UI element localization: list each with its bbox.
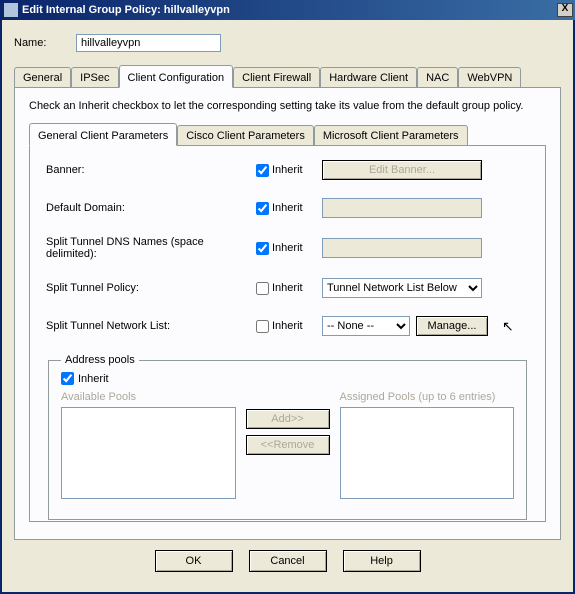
ok-button[interactable]: OK — [155, 550, 233, 572]
split-tunnel-policy-select[interactable]: Tunnel Network List Below — [322, 278, 482, 298]
banner-inherit-checkbox[interactable] — [256, 164, 269, 177]
remove-pool-button[interactable]: <<Remove — [246, 435, 330, 455]
tab-nac[interactable]: NAC — [417, 67, 458, 87]
banner-label: Banner: — [46, 164, 256, 176]
default-domain-inherit-checkbox[interactable] — [256, 202, 269, 215]
close-button[interactable]: X — [557, 3, 573, 17]
address-pools-inherit-checkbox[interactable] — [61, 372, 74, 385]
available-pools-label: Available Pools — [61, 391, 236, 403]
address-pools-legend: Address pools — [61, 354, 139, 366]
edit-banner-button[interactable]: Edit Banner... — [322, 160, 482, 180]
split-tunnel-network-list-inherit-checkbox[interactable] — [256, 320, 269, 333]
tab-client-configuration[interactable]: Client Configuration — [119, 65, 234, 88]
tab-webvpn[interactable]: WebVPN — [458, 67, 521, 87]
available-pools-listbox[interactable] — [61, 407, 236, 499]
window-title: Edit Internal Group Policy: hillvalleyvp… — [22, 4, 557, 16]
subtab-microsoft-client-parameters[interactable]: Microsoft Client Parameters — [314, 125, 468, 145]
add-pool-button[interactable]: Add>> — [246, 409, 330, 429]
help-button[interactable]: Help — [343, 550, 421, 572]
app-icon — [4, 3, 18, 17]
subtab-cisco-client-parameters[interactable]: Cisco Client Parameters — [177, 125, 314, 145]
assigned-pools-listbox[interactable] — [340, 407, 515, 499]
instruction-text: Check an Inherit checkbox to let the cor… — [29, 100, 546, 112]
split-tunnel-network-list-select[interactable]: -- None -- — [322, 316, 410, 336]
split-dns-label: Split Tunnel DNS Names (space delimited)… — [46, 236, 256, 260]
tab-ipsec[interactable]: IPSec — [71, 67, 118, 87]
name-input[interactable] — [76, 34, 221, 52]
subtab-general-client-parameters[interactable]: General Client Parameters — [29, 123, 177, 146]
address-pools-group: Address pools Inherit Available Pools Ad… — [48, 354, 527, 520]
split-dns-input[interactable] — [322, 238, 482, 258]
name-label: Name: — [14, 37, 76, 49]
tab-client-firewall[interactable]: Client Firewall — [233, 67, 320, 87]
cancel-button[interactable]: Cancel — [249, 550, 327, 572]
split-tunnel-network-list-label: Split Tunnel Network List: — [46, 320, 256, 332]
assigned-pools-label: Assigned Pools (up to 6 entries) — [340, 391, 515, 403]
split-tunnel-policy-label: Split Tunnel Policy: — [46, 282, 256, 294]
default-domain-label: Default Domain: — [46, 202, 256, 214]
split-tunnel-policy-inherit-checkbox[interactable] — [256, 282, 269, 295]
default-domain-input[interactable] — [322, 198, 482, 218]
tab-hardware-client[interactable]: Hardware Client — [320, 67, 417, 87]
split-dns-inherit-checkbox[interactable] — [256, 242, 269, 255]
inherit-label: Inherit — [272, 164, 303, 176]
manage-button[interactable]: Manage... — [416, 316, 488, 336]
tab-general[interactable]: General — [14, 67, 71, 87]
